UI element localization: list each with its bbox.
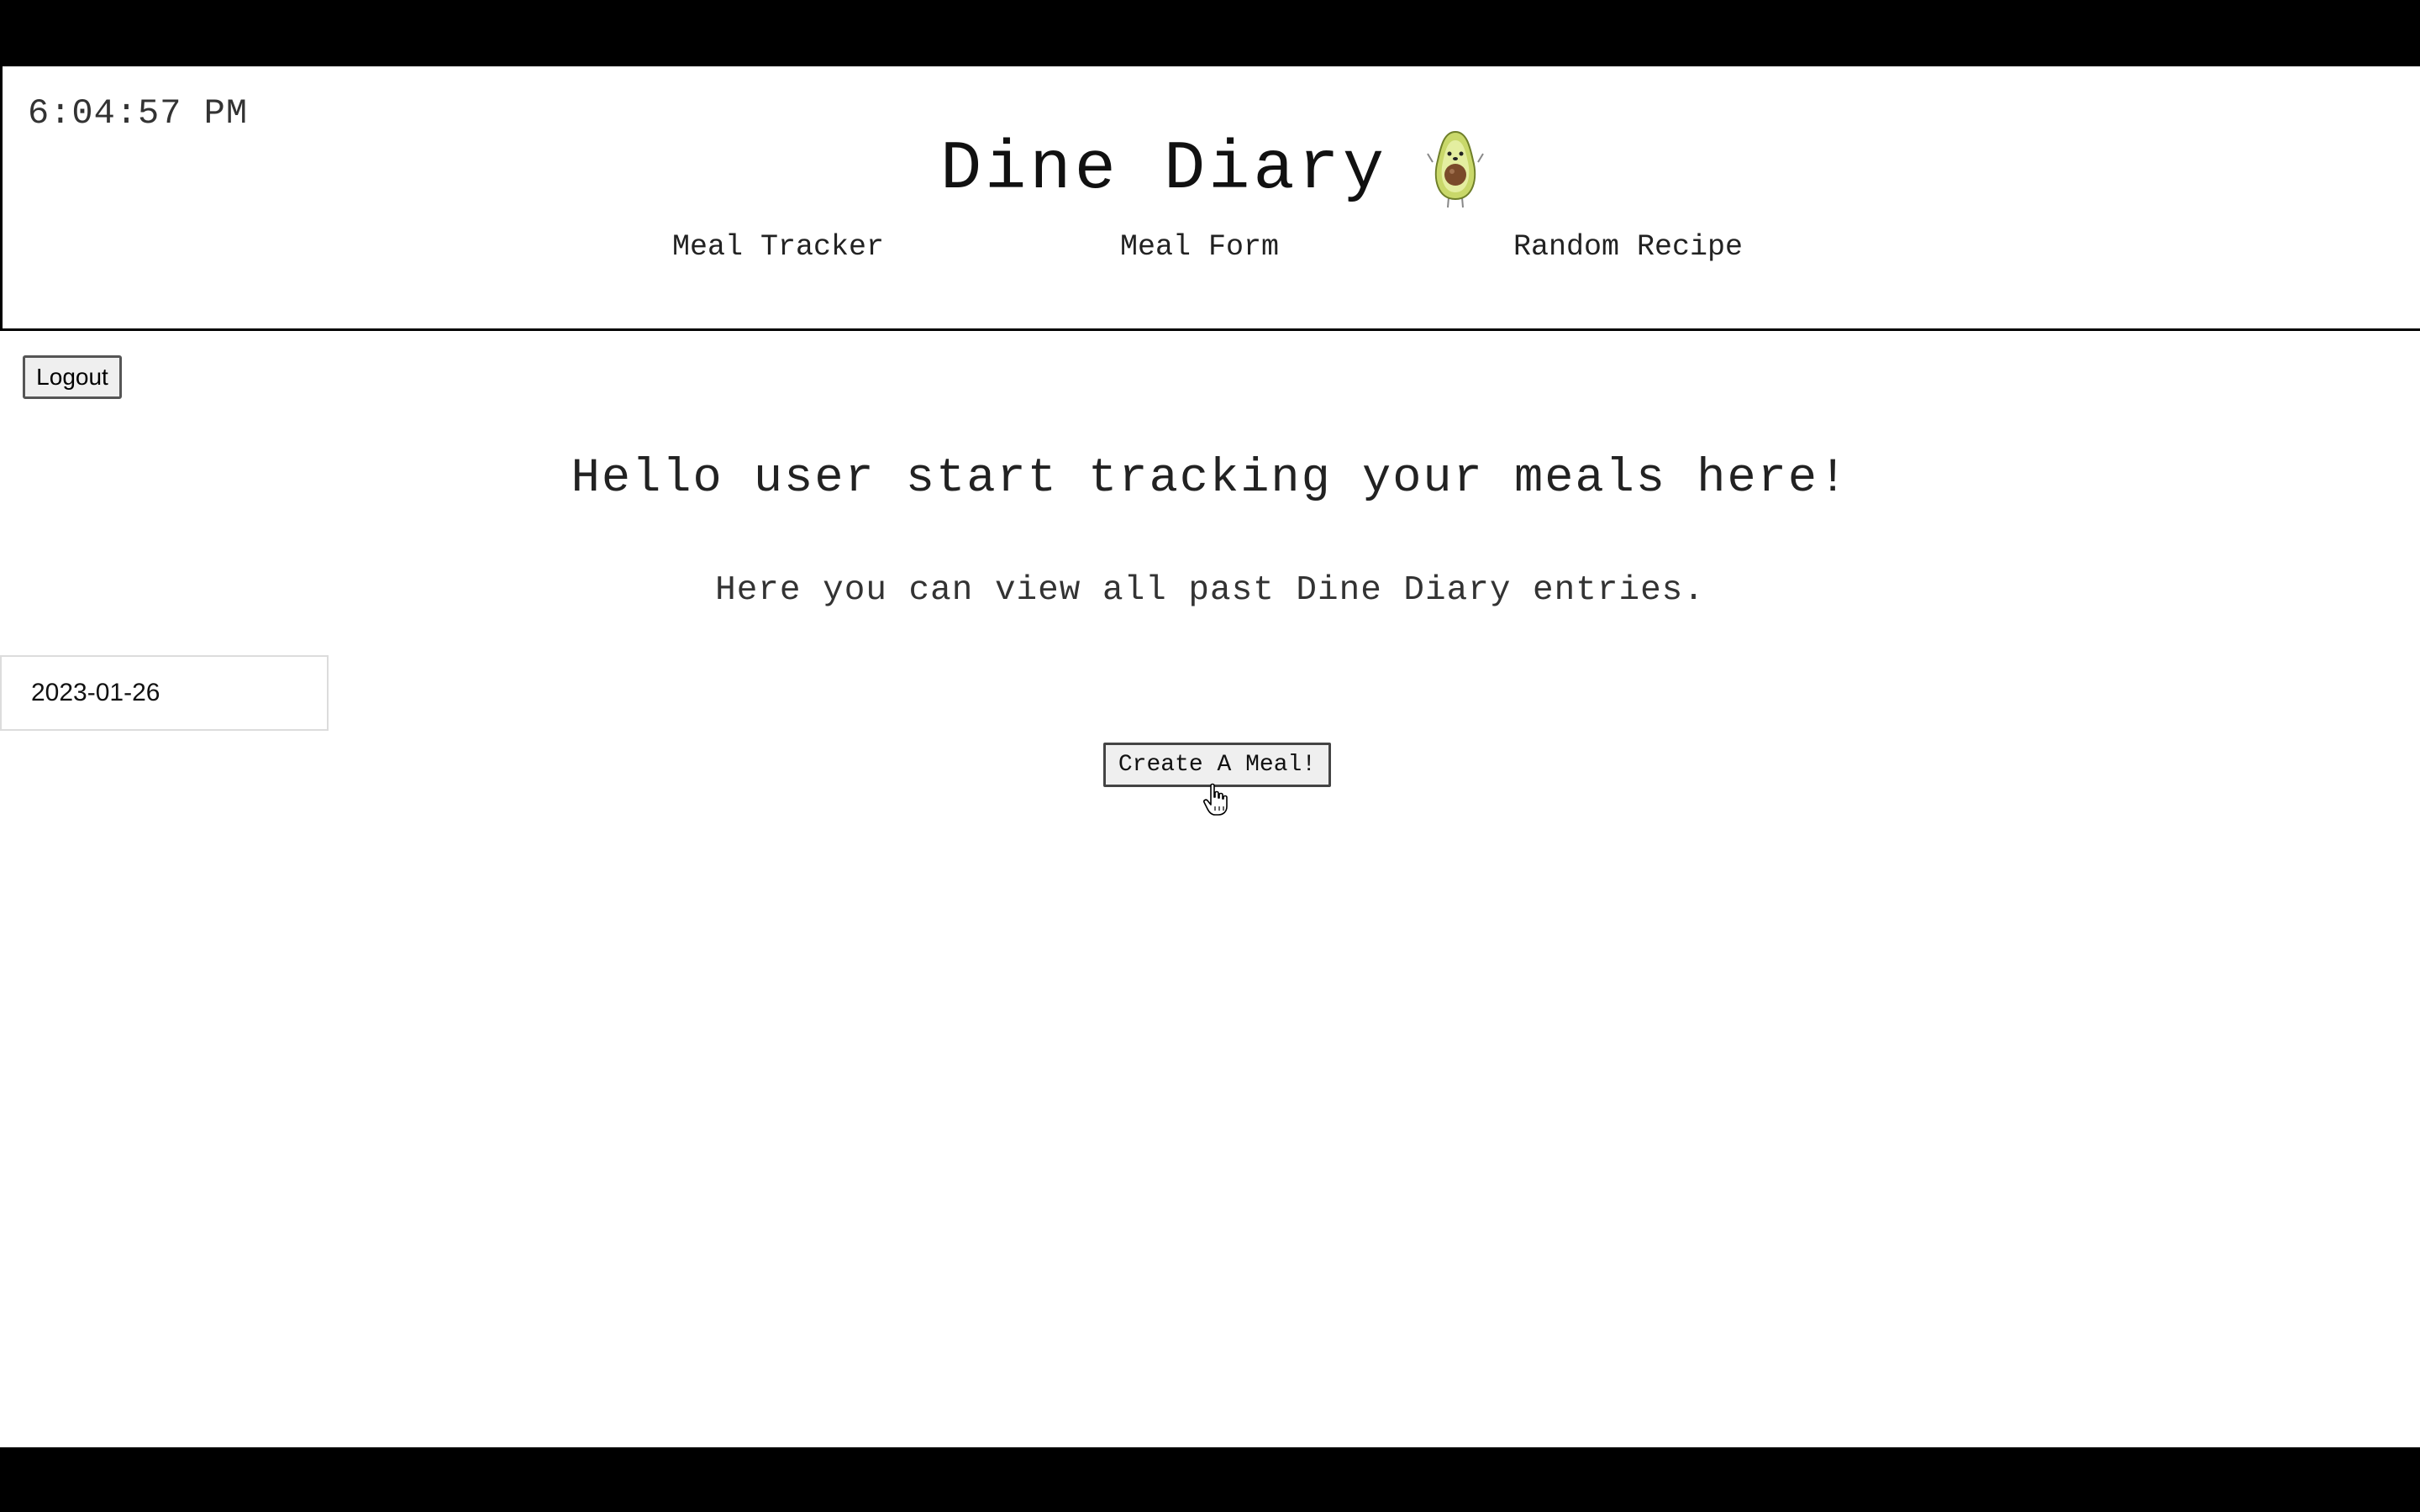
nav-meal-tracker[interactable]: Meal Tracker	[672, 230, 884, 264]
screen-letterbox-bottom	[0, 1447, 2420, 1512]
nav-random-recipe[interactable]: Random Recipe	[1513, 230, 1743, 264]
avocado-icon	[1427, 130, 1484, 208]
live-clock: 6:04:57 PM	[28, 93, 249, 134]
logout-button[interactable]: Logout	[23, 355, 122, 399]
hand-pointer-cursor-icon	[1203, 783, 1228, 816]
screen-letterbox-top	[0, 0, 2420, 64]
site-title: Dine Diary	[939, 129, 1388, 208]
nav-meal-form[interactable]: Meal Form	[1120, 230, 1279, 264]
brand: Dine Diary	[3, 129, 2420, 209]
diary-entry-date[interactable]: 2023-01-26	[0, 655, 329, 731]
create-meal-button[interactable]: Create A Meal!	[1103, 743, 1331, 787]
main-nav: Meal Tracker Meal Form Random Recipe	[3, 230, 2420, 272]
app-page: 6:04:57 PM Dine Diary Meal Tracker Meal …	[0, 64, 2420, 1447]
entries-description: Here you can view all past Dine Diary en…	[715, 571, 1705, 610]
welcome-heading: Hello user start tracking your meals her…	[571, 452, 1849, 506]
site-header: 6:04:57 PM Dine Diary Meal Tracker Meal …	[0, 64, 2420, 331]
